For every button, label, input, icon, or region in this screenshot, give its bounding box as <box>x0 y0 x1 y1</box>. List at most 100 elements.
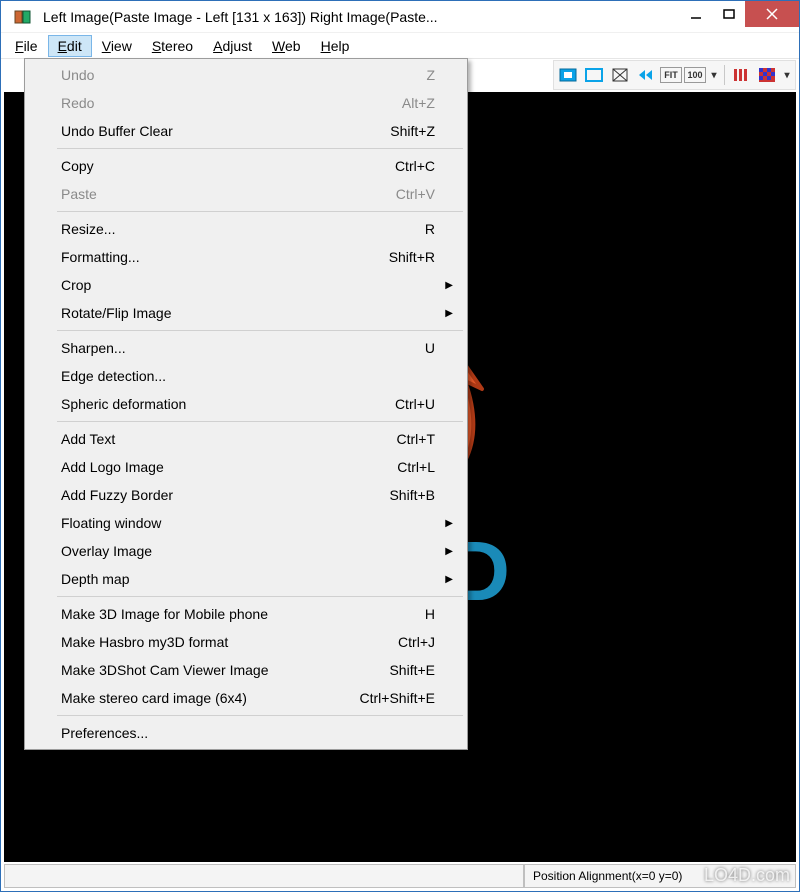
menuitem-label: Paste <box>61 186 97 202</box>
menuitem-label: Add Text <box>61 431 115 447</box>
menu-view[interactable]: View <box>92 35 142 57</box>
menuitem-preferences[interactable]: Preferences... <box>27 719 465 747</box>
window-controls <box>679 1 799 32</box>
menuitem-label: Depth map <box>61 571 129 587</box>
menuitem-label: Make Hasbro my3D format <box>61 634 228 650</box>
menuitem-sharpen[interactable]: Sharpen... U <box>27 334 465 362</box>
fit-button[interactable]: FIT <box>660 67 682 83</box>
fullscreen-icon[interactable] <box>608 64 632 86</box>
close-button[interactable] <box>745 1 799 27</box>
menu-separator <box>57 421 463 422</box>
menuitem-shortcut: Ctrl+Shift+E <box>360 690 435 706</box>
menuitem-add-logo-image[interactable]: Add Logo ImageCtrl+L <box>27 453 465 481</box>
menuitem-label: Spheric deformation <box>61 396 186 412</box>
submenu-arrow-icon: ▶ <box>445 280 453 291</box>
pattern-dropdown-icon[interactable]: ▾ <box>781 64 793 86</box>
menu-adjust[interactable]: Adjust <box>203 35 262 57</box>
menuitem-crop[interactable]: Crop ▶ <box>27 271 465 299</box>
menuitem-label: Preferences... <box>61 725 148 741</box>
menuitem-shortcut: Ctrl+J <box>398 634 435 650</box>
menu-web[interactable]: Web <box>262 35 311 57</box>
menuitem-shortcut: Ctrl+V <box>396 186 435 202</box>
submenu-arrow-icon: ▶ <box>445 308 453 319</box>
status-left <box>4 864 524 888</box>
menuitem-label: Overlay Image <box>61 543 152 559</box>
menuitem-make-hasbro-my3d-format[interactable]: Make Hasbro my3D format Ctrl+J <box>27 628 465 656</box>
submenu-arrow-icon: ▶ <box>445 518 453 529</box>
toolbar: FIT 100 ▾ ▾ <box>553 60 796 90</box>
menuitem-make-stereo-card-image-6x4[interactable]: Make stereo card image (6x4) Ctrl+Shift+E <box>27 684 465 712</box>
checker-icon[interactable] <box>755 64 779 86</box>
menu-separator <box>57 715 463 716</box>
menuitem-shortcut: Z <box>426 67 435 83</box>
menuitem-shortcut: Ctrl+U <box>395 396 435 412</box>
rewind-icon[interactable] <box>634 64 658 86</box>
menuitem-label: Resize... <box>61 221 115 237</box>
minimize-button[interactable] <box>679 1 713 27</box>
menuitem-shortcut: Alt+Z <box>402 95 435 111</box>
menu-separator <box>57 596 463 597</box>
app-icon <box>9 3 37 31</box>
menuitem-label: Crop <box>61 277 91 293</box>
menuitem-label: Make stereo card image (6x4) <box>61 690 247 706</box>
menuitem-label: Redo <box>61 95 94 111</box>
menuitem-depth-map[interactable]: Depth map ▶ <box>27 565 465 593</box>
menuitem-overlay-image[interactable]: Overlay Image ▶ <box>27 537 465 565</box>
menuitem-label: Undo Buffer Clear <box>61 123 173 139</box>
menuitem-label: Edge detection... <box>61 368 166 384</box>
stripes-icon[interactable] <box>729 64 753 86</box>
maximize-button[interactable] <box>713 1 745 27</box>
menuitem-shortcut: H <box>425 606 435 622</box>
menuitem-redo: Redo Alt+Z <box>27 89 465 117</box>
menuitem-shortcut: Shift+R <box>389 249 435 265</box>
menuitem-formatting[interactable]: Formatting... Shift+R <box>27 243 465 271</box>
view-mode-b-icon[interactable] <box>582 64 606 86</box>
menubar: FileEditViewStereoAdjustWebHelp <box>1 33 799 59</box>
window-title: Left Image(Paste Image - Left [131 x 163… <box>37 9 679 25</box>
titlebar: Left Image(Paste Image - Left [131 x 163… <box>1 1 799 33</box>
zoom-100-button[interactable]: 100 <box>684 67 706 83</box>
menuitem-copy[interactable]: Copy Ctrl+C <box>27 152 465 180</box>
menuitem-label: Floating window <box>61 515 161 531</box>
submenu-arrow-icon: ▶ <box>445 574 453 585</box>
menu-file[interactable]: File <box>5 35 48 57</box>
menuitem-paste: Paste Ctrl+V <box>27 180 465 208</box>
menuitem-add-text[interactable]: Add Text Ctrl+T <box>27 425 465 453</box>
menuitem-floating-window[interactable]: Floating window ▶ <box>27 509 465 537</box>
menuitem-edge-detection[interactable]: Edge detection... <box>27 362 465 390</box>
view-mode-a-icon[interactable] <box>556 64 580 86</box>
menu-edit[interactable]: Edit <box>48 35 92 57</box>
zoom-dropdown-icon[interactable]: ▾ <box>708 64 720 86</box>
menuitem-spheric-deformation[interactable]: Spheric deformation Ctrl+U <box>27 390 465 418</box>
menuitem-label: Formatting... <box>61 249 140 265</box>
menuitem-rotate-flip-image[interactable]: Rotate/Flip Image ▶ <box>27 299 465 327</box>
menuitem-add-fuzzy-border[interactable]: Add Fuzzy BorderShift+B <box>27 481 465 509</box>
menuitem-label: Undo <box>61 67 94 83</box>
menuitem-label: Sharpen... <box>61 340 126 356</box>
menuitem-make-3d-image-for-mobile-phone[interactable]: Make 3D Image for Mobile phone H <box>27 600 465 628</box>
menu-help[interactable]: Help <box>311 35 360 57</box>
edit-menu-dropdown: Undo Z Redo Alt+Z Undo Buffer Clear Shift+Z Co… <box>24 58 468 750</box>
menuitem-undo-buffer-clear[interactable]: Undo Buffer Clear Shift+Z <box>27 117 465 145</box>
menuitem-label: Copy <box>61 158 94 174</box>
menuitem-make-3dshot-cam-viewer-image[interactable]: Make 3DShot Cam Viewer Image Shift+E <box>27 656 465 684</box>
menu-separator <box>57 211 463 212</box>
menuitem-shortcut: Ctrl+T <box>397 431 436 447</box>
menuitem-shortcut: Shift+Z <box>390 123 435 139</box>
menuitem-resize[interactable]: Resize...R <box>27 215 465 243</box>
menu-separator <box>57 330 463 331</box>
watermark: LO4D.com <box>704 865 790 886</box>
menu-separator <box>57 148 463 149</box>
toolbar-separator <box>724 65 725 85</box>
menu-stereo[interactable]: Stereo <box>142 35 203 57</box>
menuitem-undo: Undo Z <box>27 61 465 89</box>
menuitem-label: Make 3D Image for Mobile phone <box>61 606 268 622</box>
menuitem-shortcut: Shift+B <box>389 487 435 503</box>
menuitem-label: Add Logo Image <box>61 459 164 475</box>
menuitem-label: Make 3DShot Cam Viewer Image <box>61 662 269 678</box>
menuitem-shortcut: Ctrl+C <box>395 158 435 174</box>
menuitem-label: Rotate/Flip Image <box>61 305 172 321</box>
menuitem-shortcut: U <box>425 340 435 356</box>
menuitem-shortcut: Shift+E <box>389 662 435 678</box>
submenu-arrow-icon: ▶ <box>445 546 453 557</box>
